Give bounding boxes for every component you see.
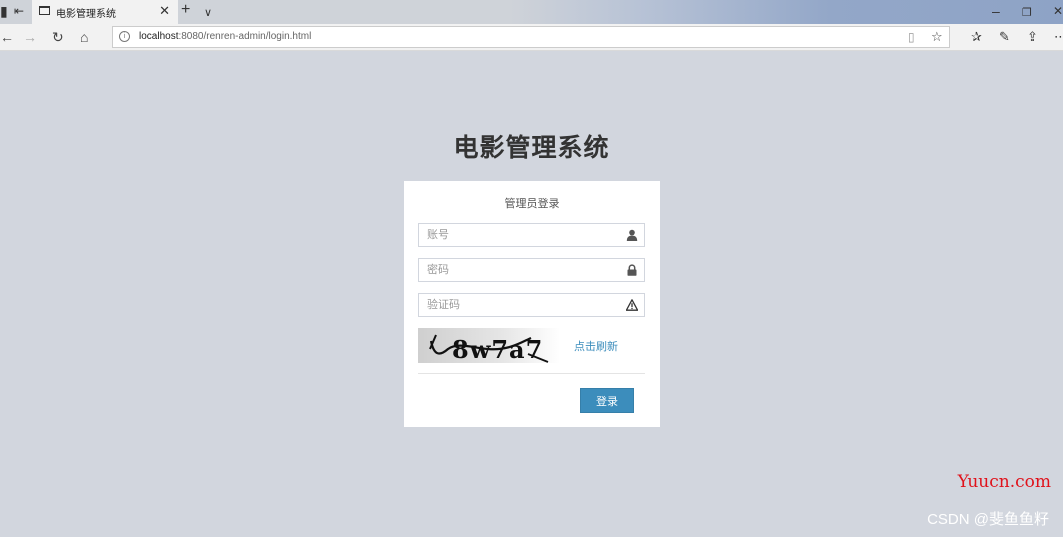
browser-address-bar: ← → ↻ ⌂ i localhost:8080/renren-admin/lo… [0,24,1063,51]
forward-arrow-icon[interactable]: → [23,29,37,45]
more-options-icon[interactable]: ⋯ [1054,29,1063,45]
site-watermark: Yuucn.com [957,472,1051,492]
refresh-icon[interactable]: ↻ [52,29,64,45]
tab-title: 电影管理系统 [56,9,116,20]
login-button[interactable]: 登录 [580,388,634,413]
username-input[interactable] [427,225,617,245]
url-field[interactable]: i localhost:8080/renren-admin/login.html… [112,26,950,48]
reading-view-icon[interactable]: ▯ [908,30,915,44]
back-arrow-icon[interactable]: ← [0,29,14,45]
captcha-field [418,293,645,317]
username-field [418,223,645,247]
tab-list-chevron-down-icon[interactable]: ∨ [204,5,212,21]
url-text: localhost:8080/renren-admin/login.html [139,31,311,42]
close-window-icon[interactable]: ✕ [1053,3,1063,19]
share-icon[interactable]: ⇪ [1027,29,1038,45]
url-host: localhost [139,31,179,42]
minimize-icon[interactable]: – [992,3,1000,19]
csdn-watermark: CSDN @斐鱼鱼籽 [927,511,1049,528]
pen-notes-icon[interactable]: ✎ [999,29,1010,45]
lock-icon [627,264,637,276]
browser-tab-bar: ▮ ⇤ 电影管理系统 ✕ + ∨ – ❐ ✕ [0,0,1063,24]
captcha-text: 8w7a7 [452,335,543,363]
site-info-icon[interactable]: i [119,31,130,42]
password-field [418,258,645,282]
refresh-captcha-link[interactable]: 点击刷新 [574,338,618,354]
login-box-title: 管理员登录 [504,198,560,210]
warning-icon [626,299,638,311]
favorites-list-icon[interactable]: ✰ [971,29,982,45]
captcha-image[interactable]: 8w7a7 [418,328,560,363]
new-tab-icon[interactable]: + [181,2,190,18]
set-aside-tabs-icon[interactable]: ⇤ [14,3,24,19]
captcha-drawing: 8w7a7 [429,334,549,363]
favorite-star-icon[interactable]: ☆ [931,30,943,44]
user-icon [626,229,638,241]
captcha-input[interactable] [427,295,617,315]
tab-actions-icon[interactable]: ▮ [0,3,8,19]
login-box: 管理员登录 8w7a7 点击刷新 登录 [404,181,660,427]
close-tab-icon[interactable]: ✕ [159,3,170,19]
divider [418,373,645,374]
password-input[interactable] [427,260,617,280]
page-icon [39,6,50,15]
maximize-icon[interactable]: ❐ [1022,5,1032,21]
page-title: 电影管理系统 [453,134,610,162]
url-path: :8080/renren-admin/login.html [178,31,312,42]
home-icon[interactable]: ⌂ [80,29,88,45]
tab-active[interactable]: 电影管理系统 ✕ [32,0,178,24]
